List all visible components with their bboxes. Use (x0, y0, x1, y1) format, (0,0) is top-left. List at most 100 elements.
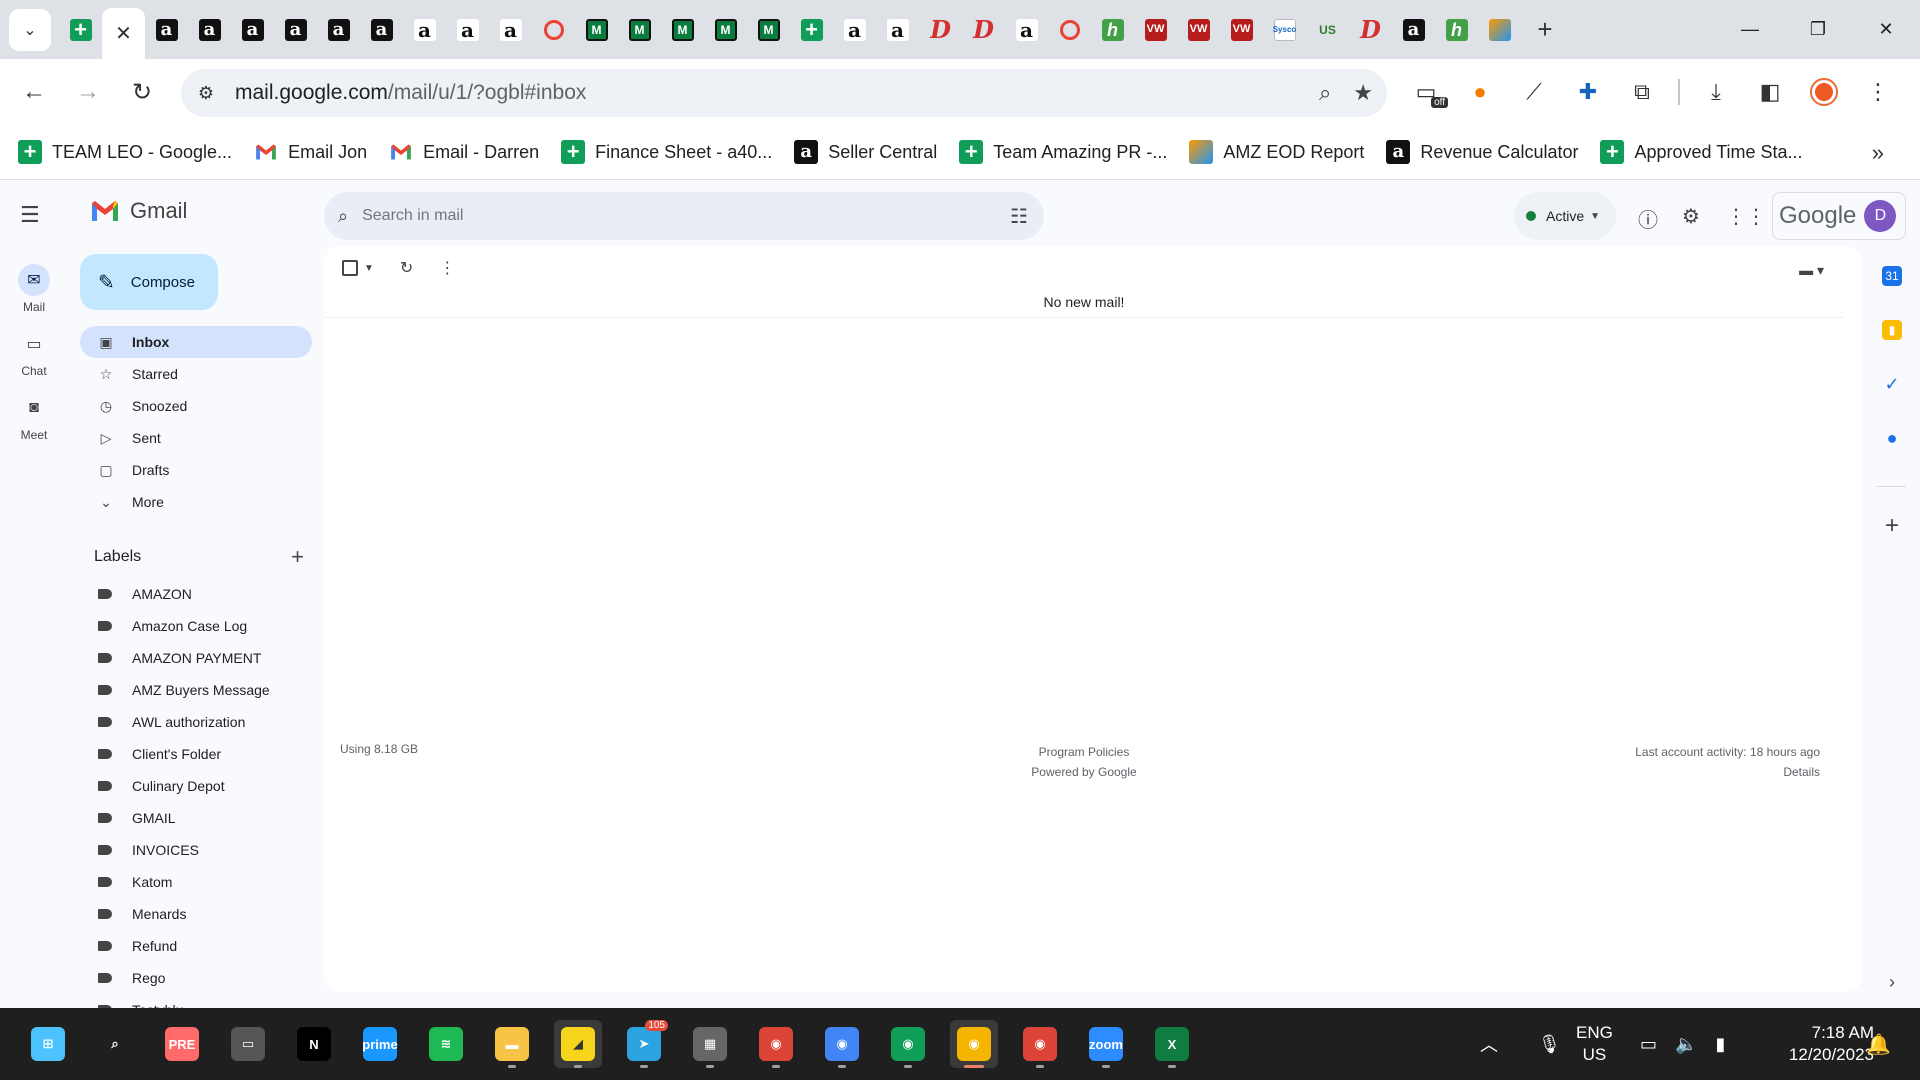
label-item[interactable]: Amazon Case Log (80, 610, 312, 642)
zoom-icon[interactable]: ⌕ (1319, 80, 1331, 106)
label-item[interactable]: Menards (80, 898, 312, 930)
bookmarks-overflow-icon[interactable]: » (1872, 125, 1884, 180)
contacts-icon[interactable]: ● (1882, 428, 1902, 448)
chrome-profile-2[interactable]: ◉ (818, 1020, 866, 1068)
chrome-profile-3[interactable]: ◉ (884, 1020, 932, 1068)
prime-video-app[interactable]: prime (356, 1020, 404, 1068)
microphone-icon[interactable]: 🎙 (1538, 1034, 1561, 1055)
label-item[interactable]: INVOICES (80, 834, 312, 866)
pinned-tab[interactable]: a (446, 9, 489, 51)
new-tab-button[interactable]: + (1525, 10, 1565, 50)
minimize-button[interactable]: — (1716, 0, 1784, 59)
bookmark-star-icon[interactable]: ★ (1353, 80, 1373, 106)
nav-item-snoozed[interactable]: ◷ Snoozed (80, 390, 312, 422)
calculator-app[interactable]: ▦ (686, 1020, 734, 1068)
pinned-tab[interactable]: h (1435, 9, 1478, 51)
start-button[interactable]: ⊞ (24, 1020, 72, 1068)
select-all-checkbox[interactable]: ▼ (342, 260, 374, 276)
search-taskbar[interactable]: ⌕ (91, 1020, 139, 1068)
pinned-tab[interactable]: a (360, 9, 403, 51)
search-options-icon[interactable]: ☷ (1010, 204, 1028, 229)
nav-item-drafts[interactable]: ▢ Drafts (80, 454, 312, 486)
search-input[interactable] (362, 207, 963, 225)
bookmark-item[interactable]: Email - Darren (387, 132, 551, 172)
help-icon[interactable]: ⓘ (1638, 204, 1658, 233)
zoom-app[interactable]: zoom (1082, 1020, 1130, 1068)
pinned-tab[interactable]: M (747, 9, 790, 51)
pinned-tab[interactable]: M (661, 9, 704, 51)
settings-gear-icon[interactable]: ⚙ (1682, 204, 1700, 229)
chrome-profile-4[interactable]: ◉ (950, 1020, 998, 1068)
browser-menu-icon[interactable]: ⋮ (1860, 74, 1896, 110)
chrome-profile-5[interactable]: ◉ (1016, 1020, 1064, 1068)
pinned-tab[interactable]: a (317, 9, 360, 51)
label-item[interactable]: Client's Folder (80, 738, 312, 770)
site-info-icon[interactable]: ⚙ (191, 78, 221, 108)
extension-pen-icon[interactable]: ⟋ (1516, 74, 1552, 110)
bookmark-item[interactable]: AMZ EOD Report (1187, 132, 1376, 172)
url-text[interactable]: mail.google.com/mail/u/1/?ogbl#inbox (235, 81, 586, 105)
bookmark-item[interactable]: Email Jon (252, 132, 379, 172)
show-side-panel-icon[interactable]: › (1882, 972, 1902, 992)
restore-button[interactable]: ❐ (1784, 0, 1852, 59)
pinned-tab[interactable]: a (1005, 9, 1048, 51)
task-view-app[interactable]: ▭ (224, 1020, 272, 1068)
apps-grid-icon[interactable]: ⋮⋮ (1726, 204, 1766, 229)
label-item[interactable]: AMAZON PAYMENT (80, 642, 312, 674)
pinned-tab[interactable]: M (618, 9, 661, 51)
language-indicator[interactable]: ENG US (1576, 1022, 1613, 1066)
side-panel-icon[interactable]: ◧ (1752, 74, 1788, 110)
extension-orange-icon[interactable]: ● (1462, 74, 1498, 110)
more-options-icon[interactable]: ⋮ (439, 258, 455, 278)
tab-search-button[interactable]: ⌄ (9, 8, 51, 51)
reload-button[interactable]: ↻ (122, 72, 162, 112)
telegram-app[interactable]: ➤ 105 (620, 1020, 668, 1068)
label-item[interactable]: AMAZON (80, 578, 312, 610)
program-policies-link[interactable]: Program Policies (324, 742, 1844, 762)
main-menu-icon[interactable]: ☰ (20, 202, 40, 228)
label-item[interactable]: Culinary Depot (80, 770, 312, 802)
close-tab-icon[interactable]: ✕ (115, 21, 132, 46)
show-hidden-icons-icon[interactable]: ︿ (1480, 1031, 1498, 1057)
forward-button[interactable]: → (68, 72, 108, 112)
clock[interactable]: 7:18 AM 12/20/2023 (1756, 1022, 1874, 1066)
pinned-tab[interactable] (532, 9, 575, 51)
pinned-tab[interactable]: D (1349, 9, 1392, 51)
pinned-tab[interactable]: VW (1134, 9, 1177, 51)
pinned-tab[interactable]: a (1392, 9, 1435, 51)
excel-app[interactable]: X (1148, 1020, 1196, 1068)
label-item[interactable]: AWL authorization (80, 706, 312, 738)
pinned-tab[interactable]: + (790, 9, 833, 51)
pinned-tab[interactable]: a (231, 9, 274, 51)
keep-icon[interactable]: ▮ (1882, 320, 1902, 340)
profile-avatar[interactable] (1806, 74, 1842, 110)
label-item[interactable]: Refund (80, 930, 312, 962)
rail-item-chat[interactable]: ▭ Chat (0, 328, 68, 378)
label-item[interactable]: Katom (80, 866, 312, 898)
pinned-tab[interactable]: + (59, 9, 102, 51)
details-link[interactable]: Details (1635, 762, 1820, 782)
nav-item-sent[interactable]: ▷ Sent (80, 422, 312, 454)
nav-item-starred[interactable]: ☆ Starred (80, 358, 312, 390)
extension-blue-icon[interactable]: ✚ (1570, 74, 1606, 110)
downloads-icon[interactable]: ⤓ (1698, 74, 1734, 110)
pinned-tab[interactable]: M (575, 9, 618, 51)
get-addons-icon[interactable]: + (1882, 512, 1902, 539)
chrome-profile-1[interactable]: ◉ (752, 1020, 800, 1068)
pinned-tab[interactable]: h (1091, 9, 1134, 51)
calendar-icon[interactable]: 31 (1882, 266, 1902, 286)
rail-item-mail[interactable]: ✉ Mail (0, 264, 68, 314)
quick-settings[interactable]: ▭ 🔈 ▮ (1640, 1008, 1725, 1080)
netflix-app[interactable]: N (290, 1020, 338, 1068)
account-avatar[interactable]: D (1864, 200, 1897, 232)
pinned-tab[interactable] (1478, 9, 1521, 51)
copilot-app[interactable]: PRE (158, 1020, 206, 1068)
pinned-tab[interactable]: VW (1220, 9, 1263, 51)
sticky-notes-app[interactable]: ◢ (554, 1020, 602, 1068)
pinned-tab[interactable]: a (145, 9, 188, 51)
bookmark-item[interactable]: + Team Amazing PR -... (957, 132, 1179, 172)
pinned-tab[interactable]: a (403, 9, 446, 51)
pinned-tab[interactable]: M (704, 9, 747, 51)
back-button[interactable]: ← (14, 72, 54, 112)
notifications-icon[interactable]: 🔔 (1866, 1008, 1891, 1080)
